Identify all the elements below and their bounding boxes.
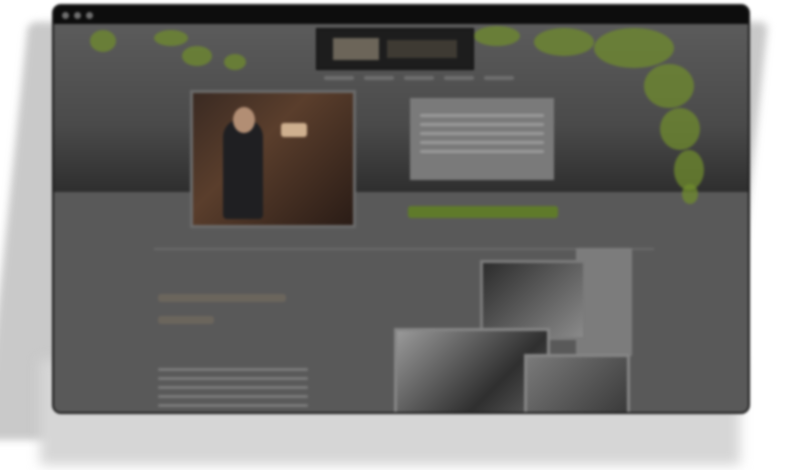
- minimize-icon[interactable]: [74, 11, 81, 19]
- vine-leaves: [474, 26, 520, 46]
- wine-glass: [281, 123, 307, 137]
- logo-mark-icon: [333, 38, 379, 60]
- vine-leaves: [534, 28, 594, 56]
- paragraph-line: [158, 395, 308, 398]
- nav-item[interactable]: [364, 76, 394, 80]
- person-head: [233, 107, 255, 133]
- hero-text-line: [420, 150, 544, 153]
- maximize-icon[interactable]: [86, 11, 93, 19]
- hero-text-line: [420, 141, 544, 144]
- logo-wordmark: [387, 40, 457, 58]
- web-page: [54, 24, 748, 412]
- nav-item[interactable]: [404, 76, 434, 80]
- photo-portrait-3: [524, 354, 630, 412]
- title-bar: [54, 6, 748, 24]
- vine-leaves: [594, 28, 674, 68]
- hero-text-line: [420, 123, 544, 126]
- vine-leaves: [90, 30, 116, 52]
- cta-button[interactable]: [408, 206, 558, 218]
- hero-photo: [190, 90, 356, 228]
- section-paragraph: [158, 362, 308, 412]
- paragraph-line: [158, 404, 308, 407]
- vine-leaves: [660, 108, 700, 150]
- vine-leaves: [682, 184, 698, 204]
- hero-text-line: [420, 114, 544, 117]
- heading-line: [158, 294, 286, 302]
- main-nav: [324, 76, 514, 80]
- paragraph-line: [158, 377, 308, 380]
- heading-line: [158, 316, 214, 324]
- vine-leaves: [644, 64, 694, 108]
- nav-item[interactable]: [484, 76, 514, 80]
- paragraph-line: [158, 368, 308, 371]
- close-icon[interactable]: [62, 11, 69, 19]
- hero-text-line: [420, 132, 544, 135]
- hero-text-box: [410, 98, 554, 180]
- vine-leaves: [182, 46, 212, 66]
- vine-leaves: [224, 54, 246, 70]
- vine-leaves: [154, 30, 188, 46]
- site-logo[interactable]: [316, 28, 474, 70]
- paragraph-line: [158, 386, 308, 389]
- nav-item[interactable]: [444, 76, 474, 80]
- nav-item[interactable]: [324, 76, 354, 80]
- browser-window: [52, 4, 750, 414]
- person-silhouette: [223, 119, 263, 219]
